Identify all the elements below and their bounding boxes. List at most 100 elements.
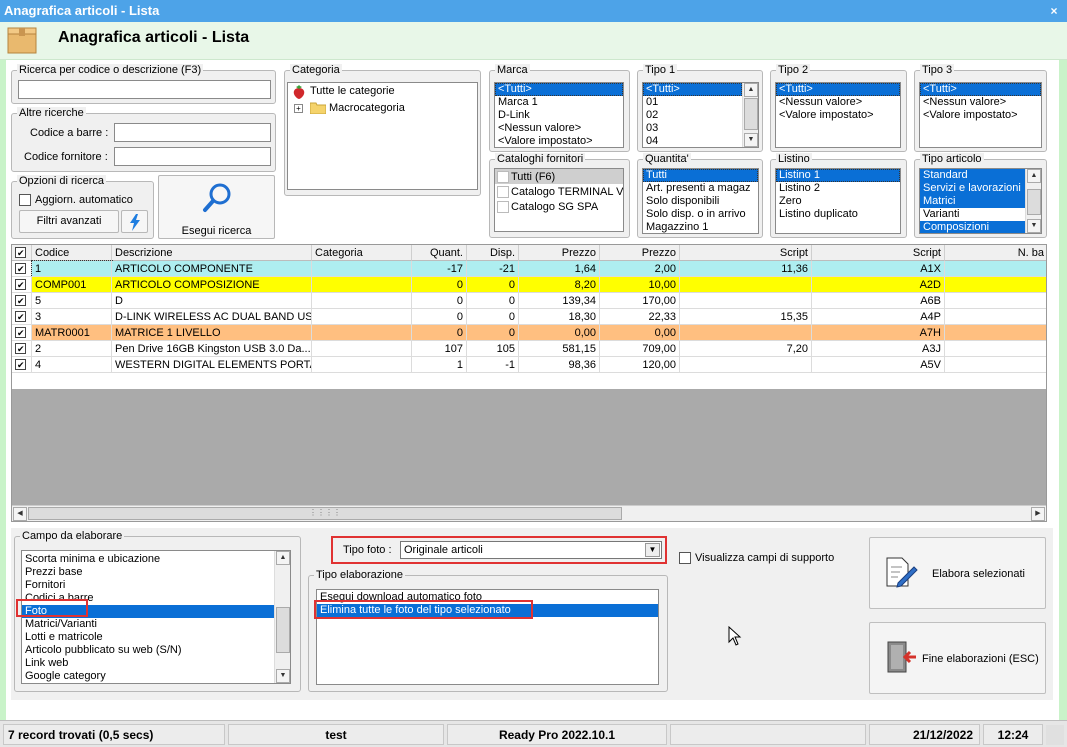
cell-code[interactable]: 3 (32, 309, 112, 325)
cell-price-2[interactable]: 170,00 (600, 293, 680, 309)
type2-list[interactable]: <Tutti> <Nessun valore> <Valore impostat… (775, 82, 901, 148)
pricelist-item[interactable]: Listino duplicato (776, 208, 900, 221)
catalog-item[interactable]: Tutti (F6) (511, 171, 555, 183)
article-type-item[interactable]: Composizioni (920, 221, 1025, 233)
type3-list[interactable]: <Tutti> <Nessun valore> <Valore impostat… (919, 82, 1042, 148)
brand-item[interactable]: <Valore impostato> (495, 135, 623, 147)
column-header[interactable]: Quant. (412, 245, 467, 261)
brand-list[interactable]: <Tutti> Marca 1 D-Link <Nessun valore> <… (494, 82, 624, 148)
row-checkbox[interactable] (15, 261, 26, 276)
catalog-checkbox[interactable] (497, 201, 509, 213)
row-checkbox-cell[interactable] (12, 309, 32, 325)
select-all-cell[interactable] (12, 245, 32, 261)
cell-price-2[interactable]: 709,00 (600, 341, 680, 357)
scroll-thumb[interactable]: ⋮⋮⋮⋮ (28, 507, 622, 520)
scroll-up-icon[interactable]: ▲ (744, 83, 758, 97)
field-item[interactable]: Articolo pubblicato su web (S/N) (22, 644, 274, 657)
cell-description[interactable]: Pen Drive 16GB Kingston USB 3.0 Da... (112, 341, 312, 357)
field-item[interactable]: Google category (22, 670, 274, 683)
cell-quantity[interactable]: 0 (412, 309, 467, 325)
cell-barcode-count[interactable] (945, 293, 1046, 309)
cell-quantity[interactable]: 107 (412, 341, 467, 357)
cell-script-1[interactable] (680, 277, 812, 293)
type1-item[interactable]: 03 (643, 122, 758, 135)
cell-price-1[interactable]: 98,36 (519, 357, 600, 373)
field-item[interactable]: Matrici/Varianti (22, 618, 274, 631)
type3-item[interactable]: <Valore impostato> (920, 109, 1041, 122)
cell-price-1[interactable]: 139,34 (519, 293, 600, 309)
scroll-down-icon[interactable]: ▼ (276, 669, 290, 683)
type1-scrollbar[interactable]: ▲ ▼ (742, 83, 758, 147)
supplier-code-input[interactable] (114, 147, 271, 166)
cell-description[interactable]: D-LINK WIRELESS AC DUAL BAND US... (112, 309, 312, 325)
table-row[interactable]: 2Pen Drive 16GB Kingston USB 3.0 Da... 10… (12, 341, 1046, 357)
cell-price-1[interactable]: 581,15 (519, 341, 600, 357)
quantity-item[interactable]: Magazzino 1 (643, 221, 758, 233)
cell-description[interactable]: ARTICOLO COMPOSIZIONE (112, 277, 312, 293)
cell-available[interactable]: 0 (467, 325, 519, 341)
cell-script-2[interactable]: A7H (812, 325, 945, 341)
scroll-thumb[interactable] (276, 607, 290, 653)
finish-processing-button[interactable]: Fine elaborazioni (ESC) (869, 622, 1046, 694)
row-checkbox[interactable] (15, 325, 26, 340)
column-header[interactable]: Prezzo (600, 245, 680, 261)
cell-quantity[interactable]: 0 (412, 325, 467, 341)
type1-item[interactable]: 04 (643, 135, 758, 147)
show-support-fields-checkbox[interactable] (679, 552, 691, 564)
cell-script-1[interactable] (680, 357, 812, 373)
tree-expander[interactable]: + (294, 104, 303, 113)
grid-horizontal-scrollbar[interactable]: ◀ ⋮⋮⋮⋮ ▶ (12, 505, 1046, 521)
row-checkbox[interactable] (15, 277, 26, 292)
scroll-up-icon[interactable]: ▲ (276, 551, 290, 565)
row-checkbox-cell[interactable] (12, 357, 32, 373)
type3-item[interactable]: <Nessun valore> (920, 96, 1041, 109)
execute-search-button[interactable]: Esegui ricerca (158, 175, 275, 239)
type3-item[interactable]: <Tutti> (920, 83, 1041, 96)
scroll-left-icon[interactable]: ◀ (13, 507, 27, 521)
brand-item[interactable]: <Nessun valore> (495, 122, 623, 135)
type2-item[interactable]: <Tutti> (776, 83, 900, 96)
cell-quantity[interactable]: 0 (412, 293, 467, 309)
cell-script-2[interactable]: A1X (812, 261, 945, 277)
table-row[interactable]: 3D-LINK WIRELESS AC DUAL BAND US...0018,… (12, 309, 1046, 325)
cell-description[interactable]: ARTICOLO COMPONENTE (112, 261, 312, 277)
pricelist-item[interactable]: Listino 2 (776, 182, 900, 195)
cell-description[interactable]: D (112, 293, 312, 309)
cell-price-2[interactable]: 2,00 (600, 261, 680, 277)
category-child[interactable]: Macrocategoria (329, 102, 405, 114)
lightning-button[interactable] (121, 210, 148, 233)
cell-category[interactable] (312, 261, 412, 277)
close-window-button[interactable]: × (1047, 0, 1061, 22)
pricelist-item[interactable]: Listino 1 (776, 169, 900, 182)
catalogs-list[interactable]: Tutti (F6) Catalogo TERMINAL VID Catalog… (494, 168, 624, 232)
cell-code[interactable]: COMP001 (32, 277, 112, 293)
articles-grid[interactable]: Codice Descrizione Categoria Quant. Disp… (11, 244, 1047, 522)
cell-available[interactable]: 0 (467, 293, 519, 309)
category-root[interactable]: Tutte le categorie (310, 85, 395, 97)
type1-item[interactable]: 01 (643, 96, 758, 109)
column-header[interactable]: Script (812, 245, 945, 261)
row-checkbox[interactable] (15, 293, 26, 308)
row-checkbox-cell[interactable] (12, 277, 32, 293)
cell-price-1[interactable]: 18,30 (519, 309, 600, 325)
cell-script-1[interactable] (680, 325, 812, 341)
cell-barcode-count[interactable] (945, 341, 1046, 357)
category-tree[interactable]: Tutte le categorie + Macrocategoria (287, 82, 478, 190)
quantity-item[interactable]: Solo disp. o in arrivo (643, 208, 758, 221)
row-checkbox-cell[interactable] (12, 293, 32, 309)
column-header[interactable]: Script (680, 245, 812, 261)
cell-price-1[interactable]: 0,00 (519, 325, 600, 341)
cell-quantity[interactable]: -17 (412, 261, 467, 277)
row-checkbox-cell[interactable] (12, 341, 32, 357)
catalog-checkbox[interactable] (497, 171, 509, 183)
cell-quantity[interactable]: 1 (412, 357, 467, 373)
type2-item[interactable]: <Nessun valore> (776, 96, 900, 109)
cell-script-2[interactable]: A2D (812, 277, 945, 293)
table-row[interactable]: 5D00139,34170,00A6B (12, 293, 1046, 309)
field-item[interactable]: Scorta minima e ubicazione (22, 553, 274, 566)
cell-code[interactable]: 1 (31, 260, 113, 278)
column-header[interactable]: Codice (32, 245, 112, 261)
field-item[interactable]: Prezzi base (22, 566, 274, 579)
scroll-thumb[interactable] (1027, 189, 1041, 215)
cell-description[interactable]: WESTERN DIGITAL ELEMENTS PORTA... (112, 357, 312, 373)
